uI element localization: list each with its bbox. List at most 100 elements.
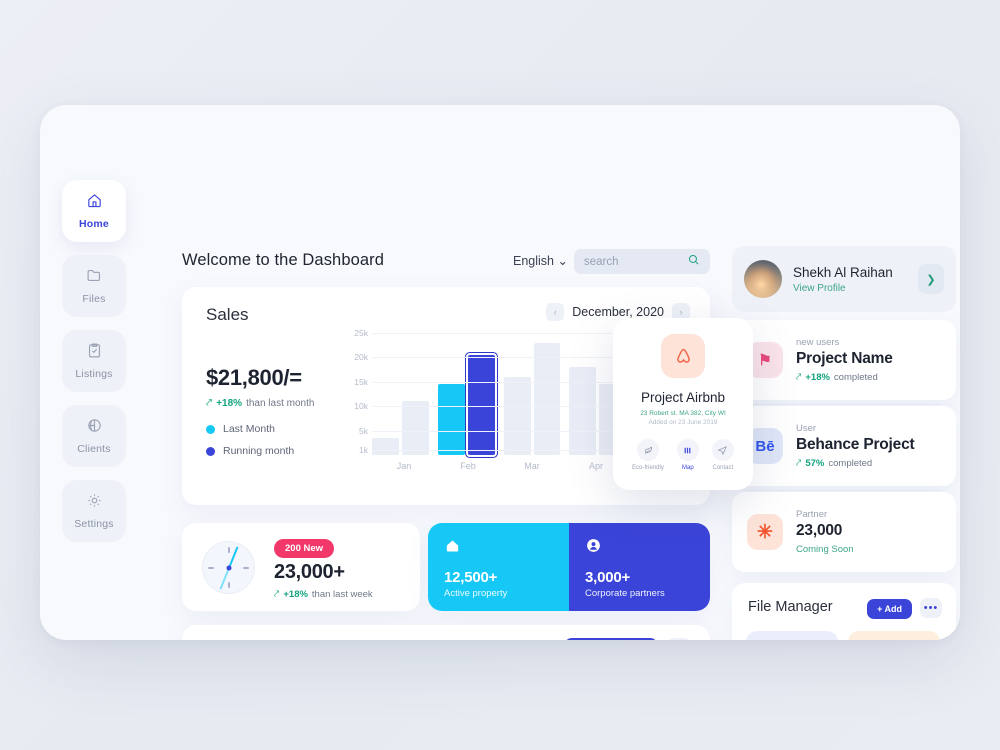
sidebar-item-settings[interactable]: Settings — [62, 480, 126, 542]
file-manager-card: File Manager + Add ••• My Foldercreated … — [732, 583, 956, 640]
screen: Home Files Listings Clients Settings Wel… — [0, 0, 1000, 750]
project-timeline-card: Project Timeline + Add Project ••• Monda… — [182, 625, 710, 640]
card-meta-value: 57% — [805, 458, 825, 469]
chart-bar[interactable] — [533, 342, 561, 455]
send-icon — [711, 439, 734, 461]
corporate-partners-label: Corporate partners — [585, 588, 665, 599]
home-filled-icon — [444, 540, 461, 558]
profile-card[interactable]: Shekh Al Raihan View Profile ❯ — [732, 246, 956, 312]
chart-bar[interactable] — [401, 401, 429, 455]
y-tick: 10k — [354, 401, 368, 412]
card-meta: ⤤ +18% completed — [796, 372, 893, 383]
chart-bar[interactable] — [437, 384, 465, 455]
sidebar-item-label: Settings — [74, 518, 114, 530]
add-file-label: Add — [884, 604, 903, 614]
add-project-button[interactable]: + Add Project — [564, 638, 658, 640]
sidebar-item-label: Clients — [77, 443, 111, 455]
divider — [746, 404, 942, 405]
partner-card[interactable]: ✳ Partner 23,000 Coming Soon — [732, 492, 956, 572]
behance-project-card[interactable]: Bē User Behance Project ⤤ 57% completed — [732, 406, 956, 486]
file-tile[interactable]: My Foldercreated Jun 23, 2019 — [746, 631, 838, 640]
clipboard-check-icon — [86, 342, 103, 364]
popup-actions: Eco-friendly Map Contact — [613, 439, 753, 471]
prev-month-button[interactable]: ‹ — [546, 303, 565, 321]
map-action[interactable]: Map — [676, 439, 699, 471]
file-manager-more-button[interactable]: ••• — [920, 598, 942, 618]
chevron-right-icon[interactable]: ❯ — [918, 264, 944, 294]
trend-up-icon: ⤤ — [206, 397, 213, 409]
timeline-more-button[interactable]: ••• — [666, 638, 692, 640]
legend-item: Running month — [206, 445, 294, 457]
project-name-card[interactable]: ⚑ new users Project Name ⤤ +18% complete… — [732, 320, 956, 400]
card-meta-suffix: completed — [828, 458, 873, 469]
popup-added-date: Added on 23 June 2019 — [648, 419, 718, 426]
file-tile[interactable]: House Aggreement Paper.pdfcreated Jun 23… — [848, 631, 940, 640]
chart-bar[interactable] — [569, 367, 597, 455]
home-icon — [86, 192, 103, 214]
legend-item: Last Month — [206, 423, 294, 435]
bars-icon — [676, 439, 699, 461]
listings-delta: ⤤ +18% than last week — [274, 589, 373, 600]
corporate-partners-value: 3,000+ — [585, 569, 631, 586]
search-input[interactable] — [584, 255, 684, 268]
active-property-label: Active property — [444, 588, 508, 599]
leaf-icon — [637, 439, 659, 461]
x-tick: Feb — [460, 461, 476, 471]
search-icon[interactable] — [687, 253, 700, 271]
chart-bar[interactable] — [372, 437, 399, 455]
bar-pair — [372, 333, 429, 455]
chart-bar[interactable] — [503, 376, 531, 455]
sales-delta: ⤤ +18% than last month — [206, 397, 314, 410]
language-selector[interactable]: English ⌄ — [513, 253, 568, 268]
sidebar: Home Files Listings Clients Settings — [62, 180, 126, 542]
corporate-partners-tile[interactable]: 3,000+ Corporate partners — [569, 523, 710, 611]
profile-name: Shekh Al Raihan — [793, 264, 893, 280]
chart-legend: Last Month Running month — [206, 423, 294, 457]
bar-pair — [503, 333, 561, 455]
card-meta-value: +18% — [805, 372, 830, 383]
sales-amount: $21,800/= — [206, 365, 302, 390]
current-month-label: December, 2020 — [572, 305, 664, 319]
x-tick: Jan — [396, 461, 412, 471]
card-value: Project Name — [796, 350, 893, 367]
sales-delta-value: +18% — [216, 398, 243, 409]
y-tick: 20k — [354, 352, 368, 363]
active-property-value: 12,500+ — [444, 569, 498, 586]
sidebar-item-clients[interactable]: Clients — [62, 405, 126, 467]
sidebar-item-home[interactable]: Home — [62, 180, 126, 242]
active-property-tile[interactable]: 12,500+ Active property — [428, 523, 569, 611]
airbnb-icon — [661, 334, 705, 378]
gear-icon — [86, 492, 103, 514]
card-status: Coming Soon — [796, 544, 854, 555]
plus-icon: + — [877, 604, 883, 614]
legend-swatch — [206, 446, 215, 456]
sidebar-item-listings[interactable]: Listings — [62, 330, 126, 392]
avatar — [744, 260, 782, 298]
popup-title: Project Airbnb — [640, 390, 726, 405]
listings-delta-value: +18% — [283, 589, 308, 600]
contact-action[interactable]: Contact — [711, 439, 734, 471]
search-box[interactable] — [574, 249, 710, 274]
action-label: Eco-friendly — [632, 465, 664, 471]
add-file-button[interactable]: + Add — [867, 599, 912, 619]
y-tick: 5k — [359, 425, 368, 436]
legend-swatch — [206, 424, 215, 434]
divider — [746, 490, 942, 491]
eco-friendly-action[interactable]: Eco-friendly — [632, 439, 664, 471]
x-tick: Mar — [524, 461, 540, 471]
dashboard-window: Home Files Listings Clients Settings Wel… — [40, 105, 960, 640]
card-kicker: User — [796, 423, 817, 434]
sidebar-item-files[interactable]: Files — [62, 255, 126, 317]
trend-up-icon: ⤤ — [796, 372, 802, 383]
folder-icon — [86, 267, 103, 289]
file-tiles: My Foldercreated Jun 23, 2019 House Aggre… — [746, 631, 942, 640]
listings-delta-suffix: than last week — [311, 589, 373, 600]
card-value: 23,000 — [796, 522, 843, 539]
card-kicker: Partner — [796, 509, 828, 520]
trend-up-icon: ⤤ — [274, 589, 280, 600]
chart-bar[interactable] — [467, 354, 495, 455]
language-label: English — [513, 254, 554, 268]
trend-up-icon: ⤤ — [796, 458, 802, 469]
view-profile-link[interactable]: View Profile — [793, 283, 893, 294]
project-popup[interactable]: Project Airbnb 23 Robert st. MA 382, Cit… — [613, 318, 753, 490]
